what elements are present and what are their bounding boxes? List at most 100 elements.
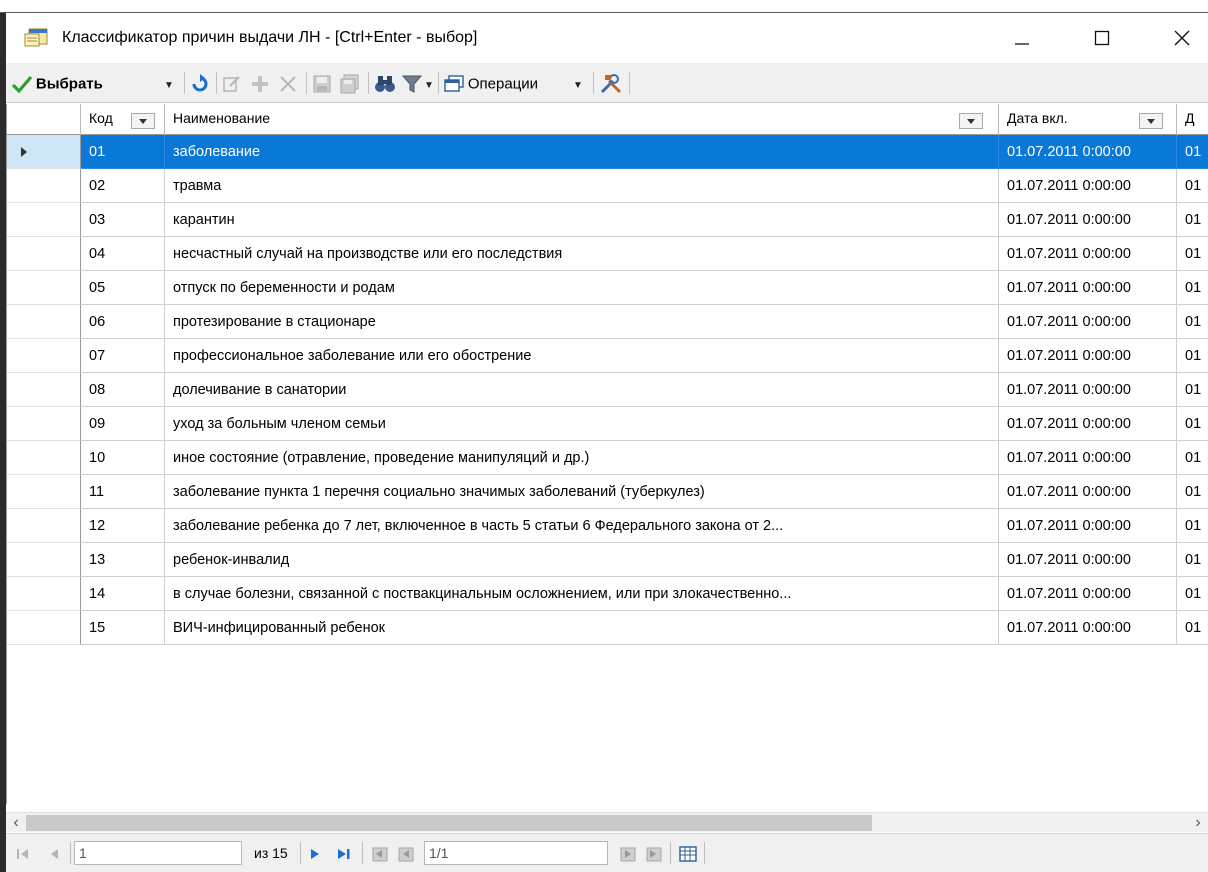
cell-name[interactable]: заболевание пункта 1 перечня социально з… xyxy=(165,475,999,509)
cell-code[interactable]: 09 xyxy=(81,407,165,441)
cell-date-start[interactable]: 01.07.2011 0:00:00 xyxy=(999,305,1177,339)
cell-name[interactable]: уход за больным членом семьи xyxy=(165,407,999,441)
save-all-button[interactable] xyxy=(340,70,360,96)
previous-record-button[interactable] xyxy=(48,840,62,866)
table-row[interactable]: 15 ВИЧ-инфицированный ребенок 01.07.2011 0… xyxy=(7,611,1208,645)
title-bar[interactable]: Классификатор причин выдачи ЛН - [Ctrl+E… xyxy=(6,13,1208,63)
cell-name[interactable]: карантин xyxy=(165,203,999,237)
table-row[interactable]: 11 заболевание пункта 1 перечня социально… xyxy=(7,475,1208,509)
row-header[interactable] xyxy=(7,169,81,203)
table-row[interactable]: 02 травма 01.07.2011 0:00:00 01 xyxy=(7,169,1208,203)
column-header-date-end[interactable]: Д xyxy=(1177,104,1208,135)
cell-date-end[interactable]: 01 xyxy=(1177,407,1208,441)
table-row[interactable]: 14 в случае болезни, связанной с поствакц… xyxy=(7,577,1208,611)
operations-button[interactable]: Операции xyxy=(444,70,538,96)
cell-date-end[interactable]: 01 xyxy=(1177,373,1208,407)
table-row[interactable]: 05 отпуск по беременности и родам 01.07.20… xyxy=(7,271,1208,305)
row-header[interactable] xyxy=(7,271,81,305)
tools-button[interactable] xyxy=(599,70,623,96)
cell-code[interactable]: 10 xyxy=(81,441,165,475)
row-header[interactable] xyxy=(7,407,81,441)
cell-date-end[interactable]: 01 xyxy=(1177,611,1208,645)
cell-date-start[interactable]: 01.07.2011 0:00:00 xyxy=(999,475,1177,509)
delete-button[interactable] xyxy=(278,70,298,96)
cell-date-end[interactable]: 01 xyxy=(1177,577,1208,611)
cell-code[interactable]: 12 xyxy=(81,509,165,543)
next-page-button[interactable] xyxy=(618,840,638,866)
cell-code[interactable]: 11 xyxy=(81,475,165,509)
cell-name[interactable]: профессиональное заболевание или его обо… xyxy=(165,339,999,373)
cell-name[interactable]: заболевание xyxy=(165,135,999,169)
table-row[interactable]: 12 заболевание ребенка до 7 лет, включенн… xyxy=(7,509,1208,543)
scroll-right-icon[interactable]: › xyxy=(1188,813,1208,833)
column-header-code[interactable]: Код xyxy=(81,104,165,135)
column-filter-button[interactable] xyxy=(131,113,155,129)
table-row[interactable]: 06 протезирование в стационаре 01.07.2011 … xyxy=(7,305,1208,339)
cell-date-end[interactable]: 01 xyxy=(1177,305,1208,339)
cell-code[interactable]: 08 xyxy=(81,373,165,407)
column-header-name[interactable]: Наименование xyxy=(165,104,999,135)
cell-date-start[interactable]: 01.07.2011 0:00:00 xyxy=(999,373,1177,407)
row-header[interactable] xyxy=(7,237,81,271)
filter-dropdown-arrow[interactable]: ▼ xyxy=(424,70,434,96)
cell-date-end[interactable]: 01 xyxy=(1177,441,1208,475)
table-row[interactable]: 01 заболевание 01.07.2011 0:00:00 01 xyxy=(7,135,1208,169)
cell-date-start[interactable]: 01.07.2011 0:00:00 xyxy=(999,237,1177,271)
cell-date-end[interactable]: 01 xyxy=(1177,237,1208,271)
add-button[interactable] xyxy=(250,70,270,96)
row-header[interactable] xyxy=(7,305,81,339)
table-row[interactable]: 03 карантин 01.07.2011 0:00:00 01 xyxy=(7,203,1208,237)
save-button[interactable] xyxy=(312,70,332,96)
cell-name[interactable]: иное состояние (отравление, проведение м… xyxy=(165,441,999,475)
next-record-button[interactable] xyxy=(308,840,322,866)
page-number-input[interactable]: 1/1 xyxy=(424,841,608,865)
first-page-button[interactable] xyxy=(396,840,416,866)
cell-name[interactable]: долечивание в санатории xyxy=(165,373,999,407)
table-row[interactable]: 04 несчастный случай на производстве или … xyxy=(7,237,1208,271)
cell-code[interactable]: 01 xyxy=(81,135,165,169)
cell-code[interactable]: 07 xyxy=(81,339,165,373)
cell-name[interactable]: заболевание ребенка до 7 лет, включенное… xyxy=(165,509,999,543)
cell-date-start[interactable]: 01.07.2011 0:00:00 xyxy=(999,339,1177,373)
cell-name[interactable]: отпуск по беременности и родам xyxy=(165,271,999,305)
row-header[interactable] xyxy=(7,543,81,577)
cell-date-start[interactable]: 01.07.2011 0:00:00 xyxy=(999,441,1177,475)
cell-name[interactable]: ВИЧ-инфицированный ребенок xyxy=(165,611,999,645)
cell-name[interactable]: в случае болезни, связанной с поствакцин… xyxy=(165,577,999,611)
cell-date-end[interactable]: 01 xyxy=(1177,339,1208,373)
cell-date-start[interactable]: 01.07.2011 0:00:00 xyxy=(999,169,1177,203)
grid-settings-button[interactable] xyxy=(678,840,698,866)
column-filter-button[interactable] xyxy=(1139,113,1163,129)
cell-code[interactable]: 13 xyxy=(81,543,165,577)
last-page-button[interactable] xyxy=(644,840,664,866)
last-record-button[interactable] xyxy=(336,840,352,866)
cell-name[interactable]: травма xyxy=(165,169,999,203)
column-filter-button[interactable] xyxy=(959,113,983,129)
table-row[interactable]: 10 иное состояние (отравление, проведение… xyxy=(7,441,1208,475)
row-header[interactable] xyxy=(7,203,81,237)
refresh-button[interactable] xyxy=(190,70,210,96)
cell-code[interactable]: 02 xyxy=(81,169,165,203)
minimize-button[interactable] xyxy=(1002,23,1042,53)
cell-code[interactable]: 04 xyxy=(81,237,165,271)
close-button[interactable] xyxy=(1162,23,1202,53)
horizontal-scrollbar[interactable]: ‹ › xyxy=(6,812,1208,832)
scroll-left-icon[interactable]: ‹ xyxy=(6,813,26,833)
cell-name[interactable]: протезирование в стационаре xyxy=(165,305,999,339)
cell-date-start[interactable]: 01.07.2011 0:00:00 xyxy=(999,407,1177,441)
operations-dropdown-arrow[interactable]: ▼ xyxy=(573,70,583,96)
row-header[interactable] xyxy=(7,339,81,373)
cell-date-start[interactable]: 01.07.2011 0:00:00 xyxy=(999,543,1177,577)
filter-button[interactable] xyxy=(401,70,423,96)
row-header[interactable] xyxy=(7,135,81,169)
record-number-input[interactable]: 1 xyxy=(74,841,242,865)
cell-date-end[interactable]: 01 xyxy=(1177,135,1208,169)
cell-date-end[interactable]: 01 xyxy=(1177,169,1208,203)
cell-name[interactable]: несчастный случай на производстве или ег… xyxy=(165,237,999,271)
cell-date-start[interactable]: 01.07.2011 0:00:00 xyxy=(999,577,1177,611)
table-row[interactable]: 13 ребенок-инвалид 01.07.2011 0:00:00 01 xyxy=(7,543,1208,577)
cell-code[interactable]: 15 xyxy=(81,611,165,645)
row-header[interactable] xyxy=(7,373,81,407)
row-header[interactable] xyxy=(7,475,81,509)
row-header[interactable] xyxy=(7,577,81,611)
